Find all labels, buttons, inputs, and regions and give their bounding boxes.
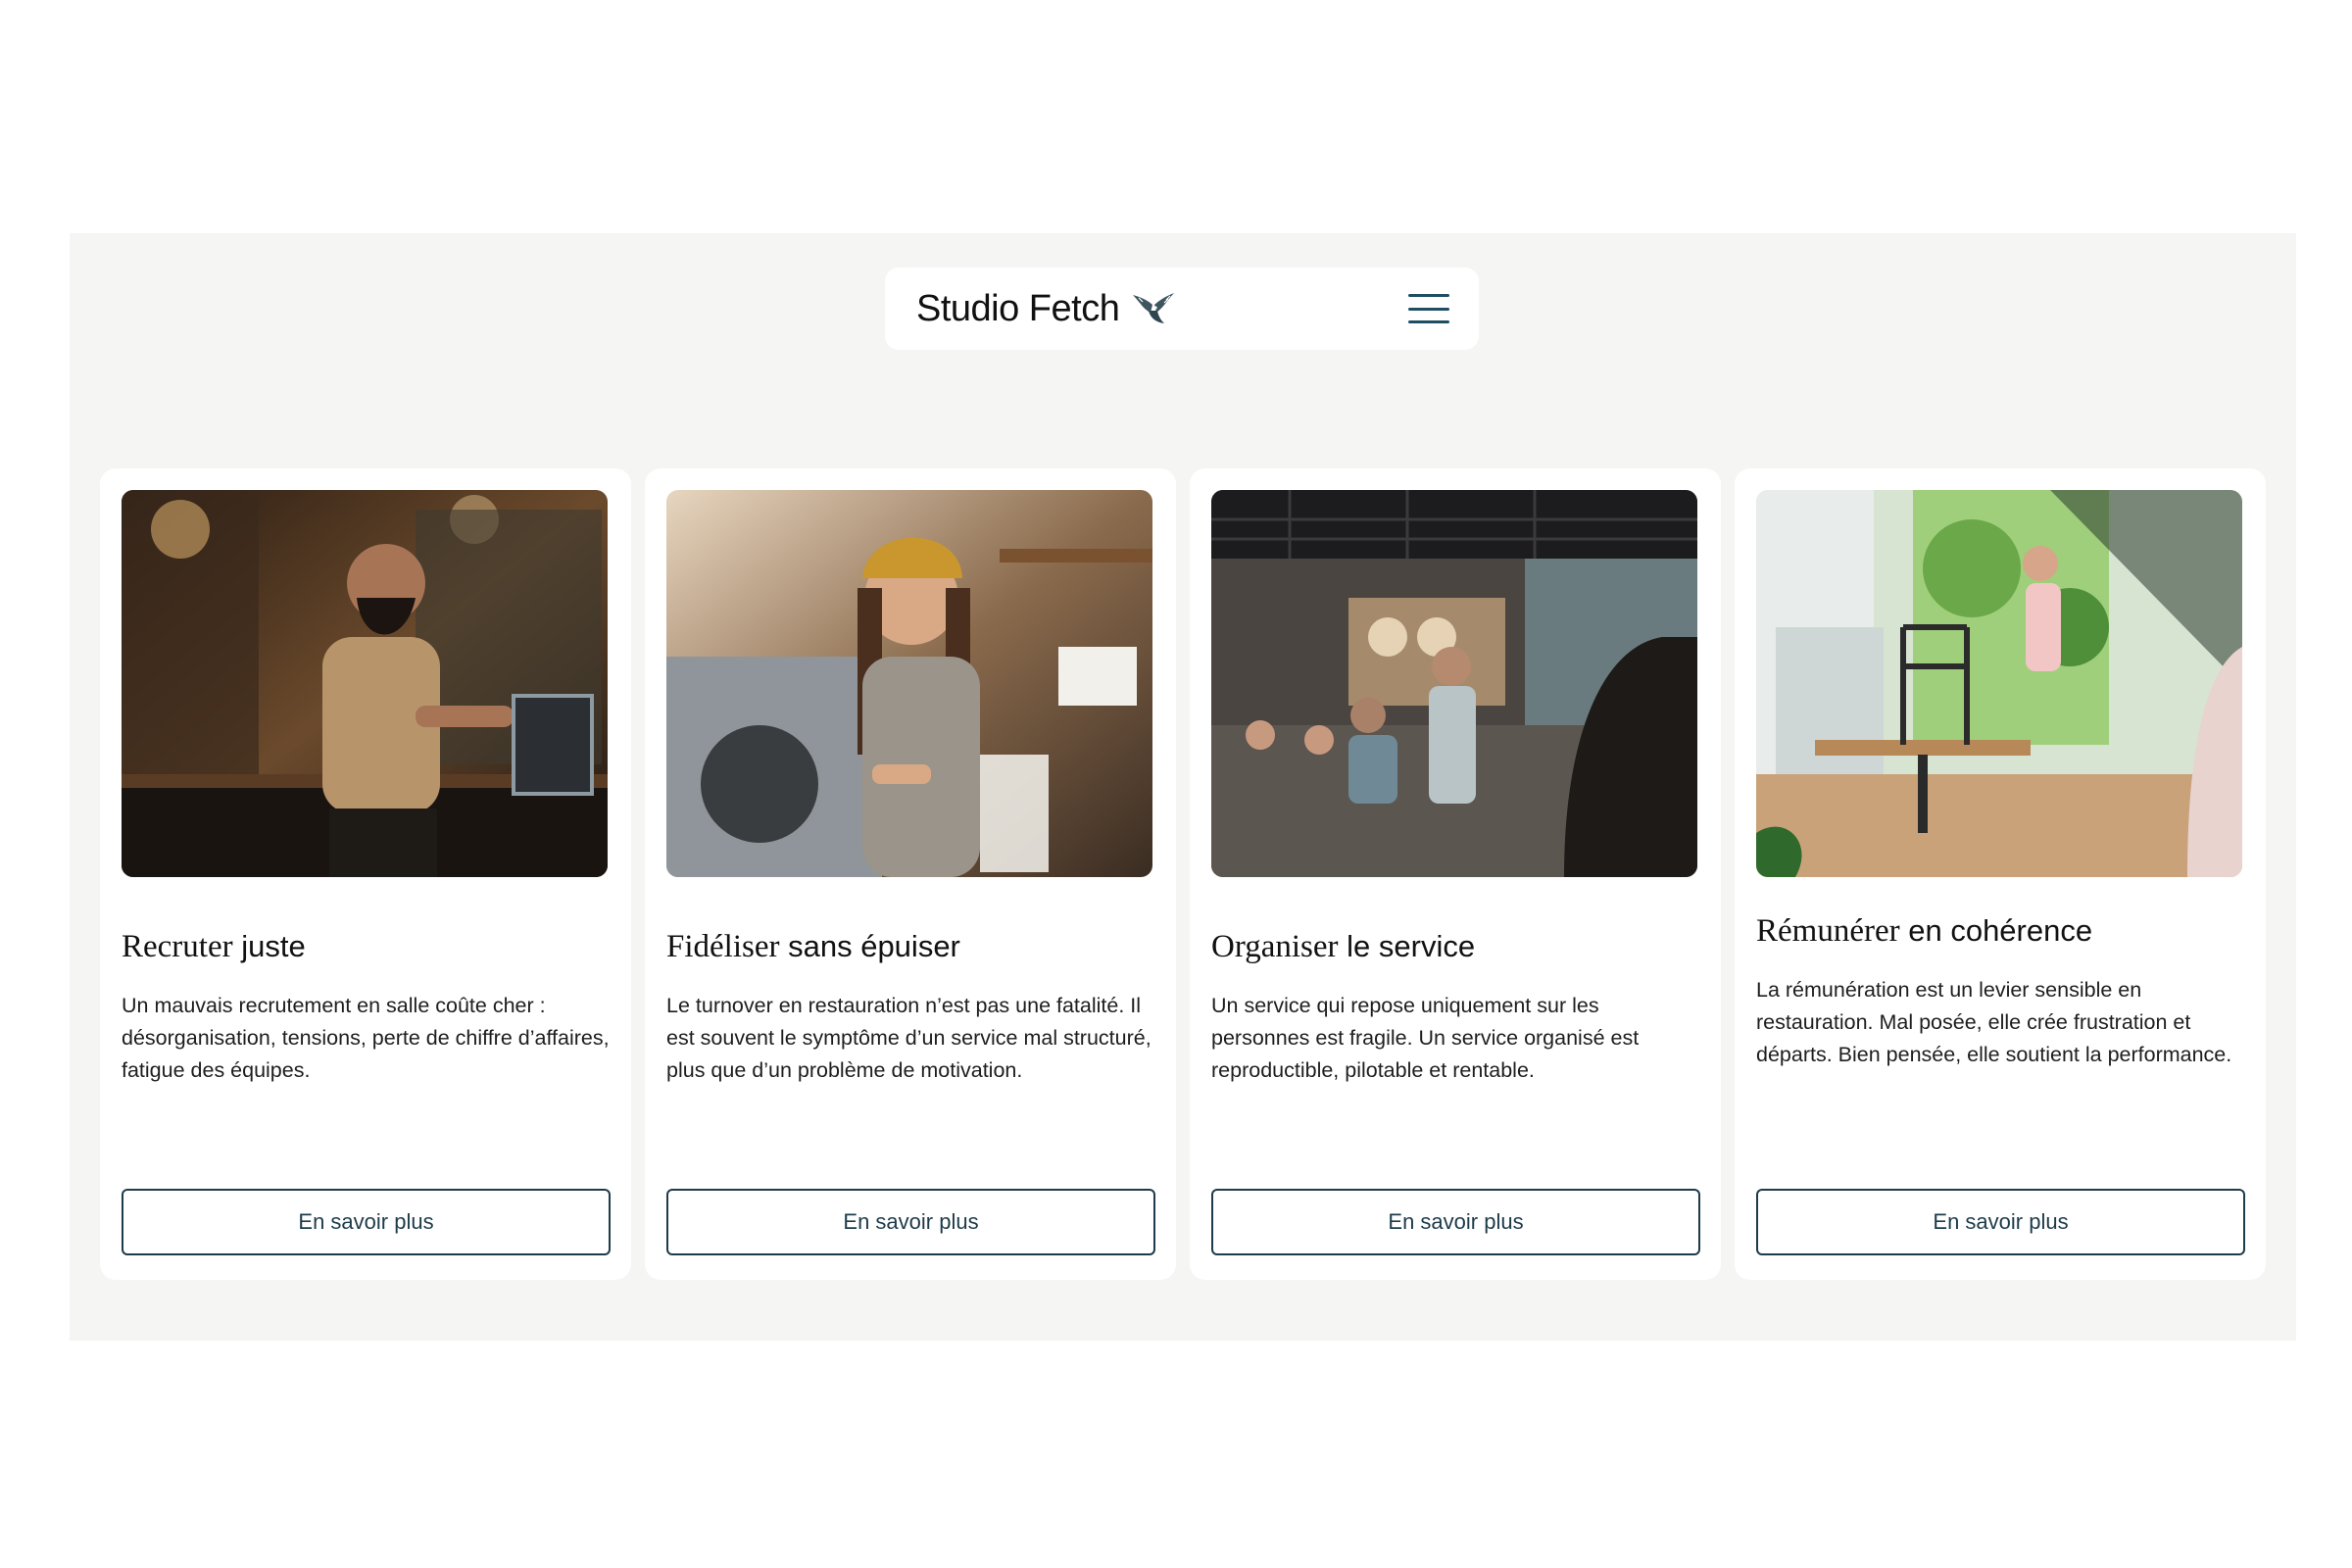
busy-restaurant-service-photo (1211, 490, 1697, 877)
bird-icon (1133, 293, 1175, 323)
card-description: Un service qui repose uniquement sur les… (1211, 994, 1640, 1082)
card-description: Le turnover en restauration n’est pas un… (666, 994, 1152, 1082)
service-cards: Recruter juste Un mauvais recrutement en… (100, 468, 2266, 1280)
service-card: Rémunérer en cohérence La rémunération e… (1735, 468, 2266, 1280)
hamburger-menu-icon[interactable] (1408, 294, 1449, 323)
barista-at-register-photo (122, 490, 608, 877)
services-section: Studio Fetch Recruter juste Un mauvais r… (70, 233, 2296, 1341)
card-description: Un mauvais recrutement en salle coûte ch… (122, 994, 610, 1082)
learn-more-button[interactable]: En savoir plus (1211, 1189, 1700, 1255)
learn-more-button[interactable]: En savoir plus (666, 1189, 1155, 1255)
brand-name: Studio Fetch (916, 287, 1120, 329)
card-description: La rémunération est un levier sensible e… (1756, 978, 2232, 1066)
barista-making-coffee-photo (666, 490, 1152, 877)
card-title: Recruter juste (122, 929, 306, 964)
learn-more-button[interactable]: En savoir plus (122, 1189, 611, 1255)
service-card: Fidéliser sans épuiser Le turnover en re… (645, 468, 1176, 1280)
staff-stacking-chairs-photo (1756, 490, 2242, 877)
service-card: Recruter juste Un mauvais recrutement en… (100, 468, 631, 1280)
brand-logo[interactable]: Studio Fetch (916, 288, 1176, 330)
learn-more-button[interactable]: En savoir plus (1756, 1189, 2245, 1255)
card-title: Fidéliser sans épuiser (666, 929, 960, 964)
card-title: Rémunérer en cohérence (1756, 913, 2093, 949)
top-navbar: Studio Fetch (885, 268, 1479, 350)
card-title: Organiser le service (1211, 929, 1476, 964)
service-card: Organiser le service Un service qui repo… (1190, 468, 1721, 1280)
